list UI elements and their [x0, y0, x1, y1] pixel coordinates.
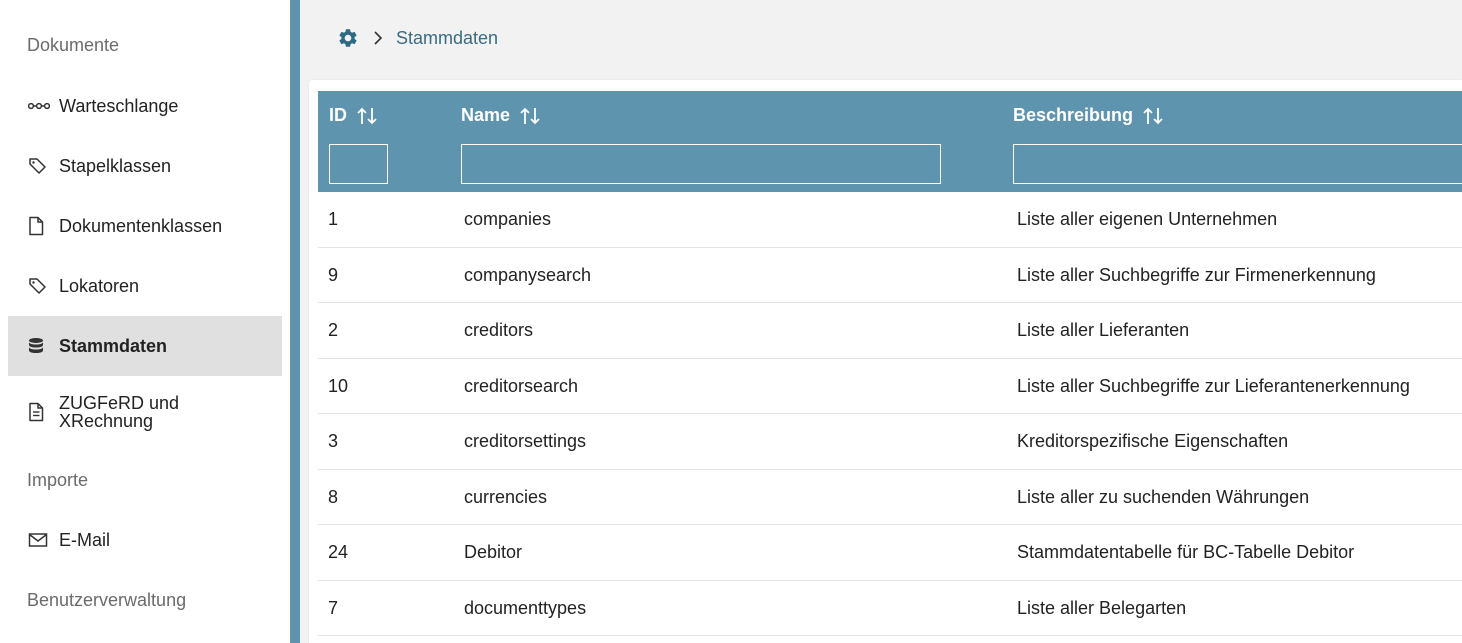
section-label-dokumente: Dokumente [27, 35, 120, 55]
cell-id: 8 [328, 486, 339, 507]
chevron-right-icon [372, 30, 384, 46]
queue-icon [28, 96, 52, 116]
column-header-label: Name [461, 105, 511, 125]
sidebar-item-lokatoren[interactable]: Lokatoren [8, 256, 282, 316]
cell-id: 2 [328, 320, 339, 340]
sort-icon[interactable] [1142, 106, 1164, 126]
table-row[interactable]: 9 companysearch Liste aller Suchbegriffe… [318, 248, 1462, 303]
table-row[interactable]: 10 creditorsearch Liste aller Suchbegrif… [318, 359, 1462, 414]
cell-id: 10 [328, 375, 349, 396]
cell-name: currencies [464, 486, 548, 507]
cell-id: 7 [328, 597, 339, 618]
cell-id: 24 [328, 542, 349, 562]
filter-input-name[interactable] [461, 144, 941, 184]
sidebar-item-label: Warteschlange [59, 96, 179, 116]
table-header: ID Name Beschreibung [318, 91, 1462, 192]
cell-id: 1 [328, 209, 339, 229]
sidebar-item-stapelklassen[interactable]: Stapelklassen [8, 136, 282, 196]
cell-name: companies [464, 209, 552, 229]
column-header-label: ID [329, 105, 347, 125]
sidebar-item-label: Stammdaten [59, 336, 168, 356]
column-header-beschreibung[interactable]: Beschreibung [1013, 105, 1164, 126]
sidebar-item-label: ZUGFeRD und XRechnung [59, 393, 180, 431]
sidebar: Dokumente Warteschlange Stapelklassen Do… [0, 0, 290, 643]
sidebar-item-email[interactable]: E-Mail [8, 510, 282, 570]
breadcrumb: Stammdaten [337, 25, 498, 51]
stammdaten-table: ID Name Beschreibung 1 companies Liste a… [318, 91, 1462, 636]
sidebar-resize-handle[interactable] [290, 0, 300, 643]
filter-input-id[interactable] [329, 144, 388, 184]
cell-name: documenttypes [464, 597, 587, 618]
section-label-benutzerverwaltung: Benutzerverwaltung [27, 590, 187, 610]
sidebar-item-zugferd[interactable]: ZUGFeRD und XRechnung [8, 383, 282, 441]
cell-beschreibung: Liste aller Suchbegriffe zur Firmenerken… [1017, 264, 1376, 285]
gear-icon[interactable] [337, 27, 359, 49]
column-header-id[interactable]: ID [329, 105, 378, 126]
cell-beschreibung: Liste aller Belegarten [1017, 597, 1187, 618]
sidebar-item-stammdaten[interactable]: Stammdaten [8, 316, 282, 376]
cell-name: creditorsearch [464, 375, 579, 396]
column-header-label: Beschreibung [1013, 105, 1134, 125]
table-row[interactable]: 3 creditorsettings Kreditorspezifische E… [318, 414, 1462, 470]
cell-beschreibung: Liste aller Suchbegriffe zur Lieferanten… [1017, 375, 1410, 396]
table-row[interactable]: 8 currencies Liste aller zu suchenden Wä… [318, 470, 1462, 525]
main-content: Stammdaten ID Name Beschreibung 1 compan… [300, 0, 1462, 643]
filter-input-beschreibung[interactable] [1013, 144, 1462, 184]
sidebar-item-dokumentenklassen[interactable]: Dokumentenklassen [8, 196, 282, 256]
cell-beschreibung: Stammdatentabelle für BC-Tabelle Debitor [1017, 542, 1355, 562]
table-row[interactable]: 1 companies Liste aller eigenen Unterneh… [318, 192, 1462, 248]
cell-beschreibung: Liste aller Lieferanten [1017, 320, 1190, 340]
sidebar-item-label: Lokatoren [59, 276, 140, 296]
cell-id: 3 [328, 431, 339, 451]
table-row[interactable]: 7 documenttypes Liste aller Belegarten [318, 581, 1462, 636]
sidebar-item-warteschlange[interactable]: Warteschlange [8, 76, 282, 136]
cell-beschreibung: Kreditorspezifische Eigenschaften [1017, 431, 1289, 451]
table-card: ID Name Beschreibung 1 companies Liste a… [309, 80, 1462, 643]
cell-name: companysearch [464, 264, 592, 285]
table-row[interactable]: 2 creditors Liste aller Lieferanten [318, 303, 1462, 359]
file-text-icon [28, 402, 52, 422]
sidebar-item-label: Stapelklassen [59, 156, 172, 176]
cell-beschreibung: Liste aller eigenen Unternehmen [1017, 209, 1278, 229]
file-icon [28, 216, 52, 236]
cell-name: Debitor [464, 542, 523, 562]
table-body: 1 companies Liste aller eigenen Unterneh… [318, 192, 1462, 636]
cell-name: creditors [464, 320, 534, 340]
sidebar-item-label: E-Mail [59, 530, 111, 550]
breadcrumb-current: Stammdaten [396, 27, 499, 48]
cell-name: creditorsettings [464, 431, 587, 451]
sidebar-item-label: Dokumentenklassen [59, 216, 223, 236]
cell-id: 9 [328, 264, 339, 285]
section-label-importe: Importe [27, 470, 89, 490]
sort-icon[interactable] [519, 106, 541, 126]
cell-beschreibung: Liste aller zu suchenden Währungen [1017, 486, 1310, 507]
table-row[interactable]: 24 Debitor Stammdatentabelle für BC-Tabe… [318, 525, 1462, 581]
tag-icon [28, 276, 52, 296]
mail-icon [28, 530, 52, 550]
database-icon [28, 336, 52, 356]
sort-icon[interactable] [356, 106, 378, 126]
column-header-name[interactable]: Name [461, 105, 541, 126]
tag-icon [28, 156, 52, 176]
